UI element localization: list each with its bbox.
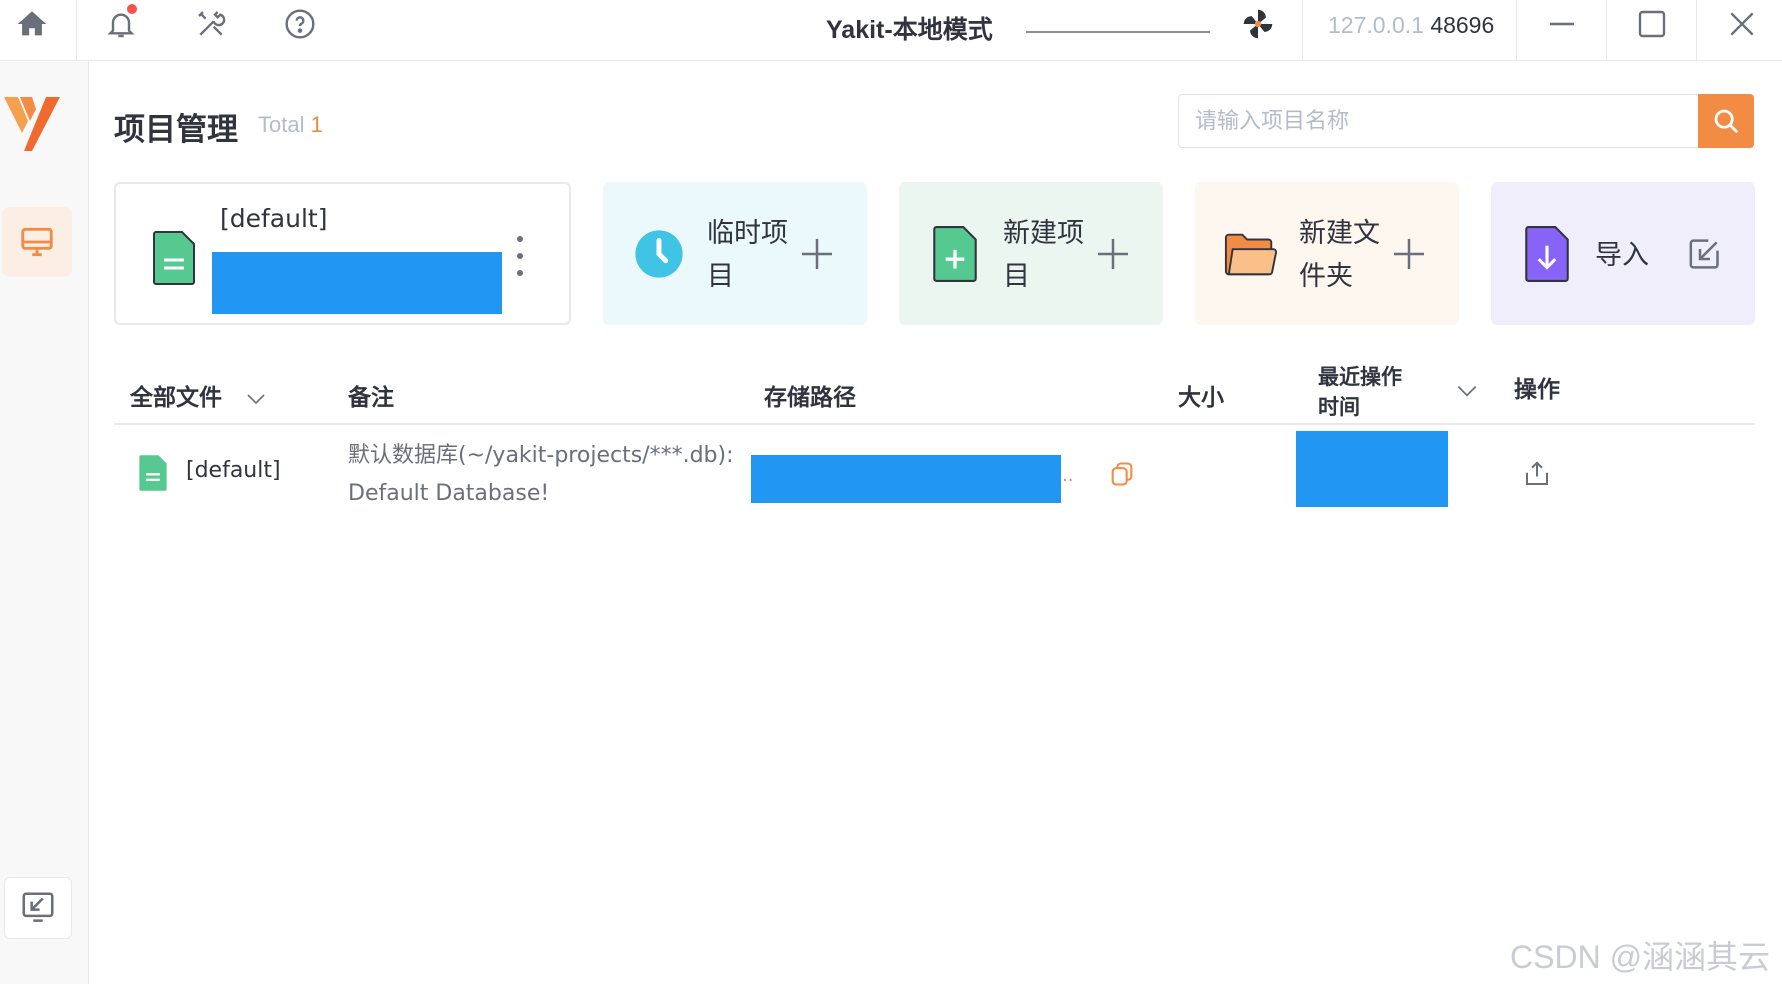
- current-project-name: [default]: [220, 204, 328, 233]
- screen-arrow-icon: [22, 892, 54, 922]
- minimize-icon[interactable]: [1544, 6, 1580, 42]
- pinwheel-icon[interactable]: [1238, 4, 1278, 44]
- search-button[interactable]: [1698, 94, 1754, 148]
- ops-header: 操作: [1514, 377, 1560, 403]
- redacted-block: [212, 252, 502, 314]
- copy-icon[interactable]: [1108, 460, 1136, 488]
- file-plus-icon: [927, 226, 983, 282]
- monitor-icon: [21, 227, 53, 257]
- host-address: 127.0.0.1 48696: [1328, 12, 1494, 39]
- table-row[interactable]: [default] 默认数据库(~/yakit-projects/***.db)…: [114, 425, 1754, 515]
- redacted-time: [1296, 431, 1448, 507]
- help-icon[interactable]: [282, 6, 318, 42]
- folder-icon: [1223, 226, 1279, 282]
- note-header: 备注: [348, 385, 394, 411]
- total-number: 1: [310, 112, 323, 137]
- size-header: 大小: [1178, 385, 1224, 411]
- time-sort-chevron-icon[interactable]: [1454, 378, 1480, 404]
- plus-icon: [802, 239, 832, 269]
- import-check-icon: [1689, 239, 1719, 269]
- total-label: Total: [258, 112, 305, 137]
- new-project-button[interactable]: 新建项目: [899, 182, 1163, 325]
- document-icon: [139, 455, 167, 491]
- notification-dot: [127, 4, 137, 14]
- host-port: 48696: [1430, 12, 1495, 38]
- page-title: 项目管理: [114, 112, 238, 148]
- new-folder-button[interactable]: 新建文件夹: [1195, 182, 1459, 325]
- bell-icon[interactable]: [103, 4, 139, 42]
- table-header: 全部文件 备注 存储路径 大小 最近操作时间 操作: [114, 360, 1754, 425]
- import-label: 导入: [1595, 240, 1649, 271]
- path-header: 存储路径: [764, 385, 856, 411]
- all-files-filter[interactable]: 全部文件: [130, 378, 268, 412]
- home-icon[interactable]: [14, 6, 50, 42]
- title-underline: [1026, 31, 1210, 33]
- temp-project-label: 临时项目: [707, 218, 788, 292]
- watermark: CSDN @涵涵其云: [1510, 939, 1771, 975]
- new-project-label: 新建项目: [1003, 218, 1084, 292]
- plus-icon: [1394, 239, 1424, 269]
- new-folder-label: 新建文件夹: [1299, 218, 1380, 292]
- search-input[interactable]: [1179, 95, 1697, 147]
- yakit-logo: [2, 91, 68, 157]
- window-title: Yakit-本地模式: [826, 16, 993, 44]
- path-ellipsis: ..: [1062, 465, 1074, 486]
- time-header: 最近操作时间: [1318, 365, 1402, 419]
- chevron-down-icon: [247, 393, 265, 404]
- current-project-card[interactable]: [default]: [114, 182, 571, 325]
- document-icon: [152, 230, 196, 290]
- more-options-icon[interactable]: [510, 236, 530, 276]
- project-note: 默认数据库(~/yakit-projects/***.db): Default …: [348, 443, 734, 506]
- total-count: Total 1: [258, 112, 323, 138]
- close-icon[interactable]: [1724, 6, 1760, 42]
- project-search: [1178, 94, 1754, 148]
- left-sidebar: [0, 61, 89, 984]
- tools-icon[interactable]: [193, 6, 229, 42]
- host-ip: 127.0.0.1: [1328, 12, 1424, 38]
- clock-icon: [631, 226, 687, 282]
- exit-screen-button[interactable]: [4, 877, 72, 939]
- import-button[interactable]: 导入: [1491, 182, 1755, 325]
- plus-icon: [1098, 239, 1128, 269]
- redacted-path: [751, 455, 1061, 503]
- file-header-label: 全部文件: [130, 385, 222, 411]
- search-icon: [1714, 109, 1739, 134]
- maximize-icon[interactable]: [1634, 6, 1670, 42]
- title-bar: Yakit-本地模式 127.0.0.1 48696: [0, 0, 1782, 61]
- export-icon[interactable]: [1522, 459, 1552, 489]
- project-name: [default]: [186, 458, 281, 483]
- temp-project-button[interactable]: 临时项目: [603, 182, 867, 325]
- project-manager-nav[interactable]: [2, 207, 72, 277]
- import-icon: [1519, 226, 1575, 282]
